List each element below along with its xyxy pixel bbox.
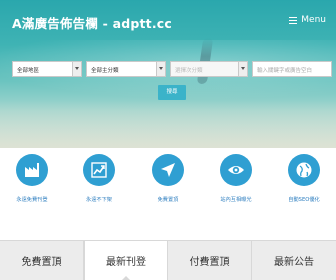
feature-label: 站內互相曝光 <box>220 197 252 203</box>
hero-beach <box>0 100 336 148</box>
feature-icon-circle <box>220 154 252 186</box>
feature-icon-circle <box>288 154 320 186</box>
feature-label: 永遠不下架 <box>86 197 112 203</box>
eye-icon <box>228 166 244 174</box>
feature-label: 永遠免費刊登 <box>16 197 48 203</box>
feature-item[interactable]: 永遠不下架 <box>71 154 127 203</box>
region-select[interactable]: 全部地區 <box>12 61 82 77</box>
keyword-input[interactable]: 輸入關鍵字或廣告空白 <box>252 61 332 77</box>
feature-label: 自動SEO優化 <box>288 197 320 203</box>
search-filters: 全部地區 全部主分類 選擇次分類 輸入關鍵字或廣告空白 <box>12 61 332 77</box>
send-arrow-icon <box>161 163 175 177</box>
factory-icon <box>25 163 39 177</box>
chevron-down-icon <box>156 62 165 76</box>
trend-up-icon <box>91 162 107 178</box>
hero-banner: A滿廣告佈告欄 - adptt.cc Menu 全部地區 全部主分類 選擇次分類… <box>0 0 336 148</box>
menu-button[interactable]: Menu <box>289 15 326 25</box>
search-button[interactable]: 搜尋 <box>158 85 186 100</box>
feature-icon-circle <box>152 154 184 186</box>
tab-latest-announcements[interactable]: 最新公告 <box>252 241 336 280</box>
listing-tabs: 免費置頂 最新刊登 付費置頂 最新公告 <box>0 240 336 280</box>
tab-free-pinned[interactable]: 免費置頂 <box>0 241 84 280</box>
site-brand[interactable]: A滿廣告佈告欄 - adptt.cc <box>12 13 172 32</box>
feature-item[interactable]: 免費置頂 <box>140 154 196 203</box>
menu-label: Menu <box>301 15 326 25</box>
top-navigation: A滿廣告佈告欄 - adptt.cc Menu <box>0 0 336 42</box>
feature-item[interactable]: 永遠免費刊登 <box>4 154 60 203</box>
feature-item[interactable]: 站內互相曝光 <box>208 154 264 203</box>
subcategory-select-value: 選擇次分類 <box>175 68 203 74</box>
region-select-value: 全部地區 <box>17 68 40 74</box>
subcategory-select[interactable]: 選擇次分類 <box>170 61 248 77</box>
feature-icon-circle <box>16 154 48 186</box>
feature-list: 永遠免費刊登 永遠不下架 免費置頂 站內互相曝光 自動SEO優化 <box>0 148 336 238</box>
category-select-value: 全部主分類 <box>91 68 119 74</box>
chevron-down-icon <box>72 62 81 76</box>
category-select[interactable]: 全部主分類 <box>86 61 166 77</box>
keyword-input-placeholder: 輸入關鍵字或廣告空白 <box>257 68 313 74</box>
globe-icon <box>296 162 312 178</box>
feature-item[interactable]: 自動SEO優化 <box>276 154 332 203</box>
feature-icon-circle <box>83 154 115 186</box>
tab-latest-posts[interactable]: 最新刊登 <box>84 241 168 280</box>
chevron-down-icon <box>238 62 247 76</box>
tab-paid-pinned[interactable]: 付費置頂 <box>168 241 252 280</box>
feature-label: 免費置頂 <box>157 197 179 203</box>
hamburger-icon <box>289 16 298 24</box>
